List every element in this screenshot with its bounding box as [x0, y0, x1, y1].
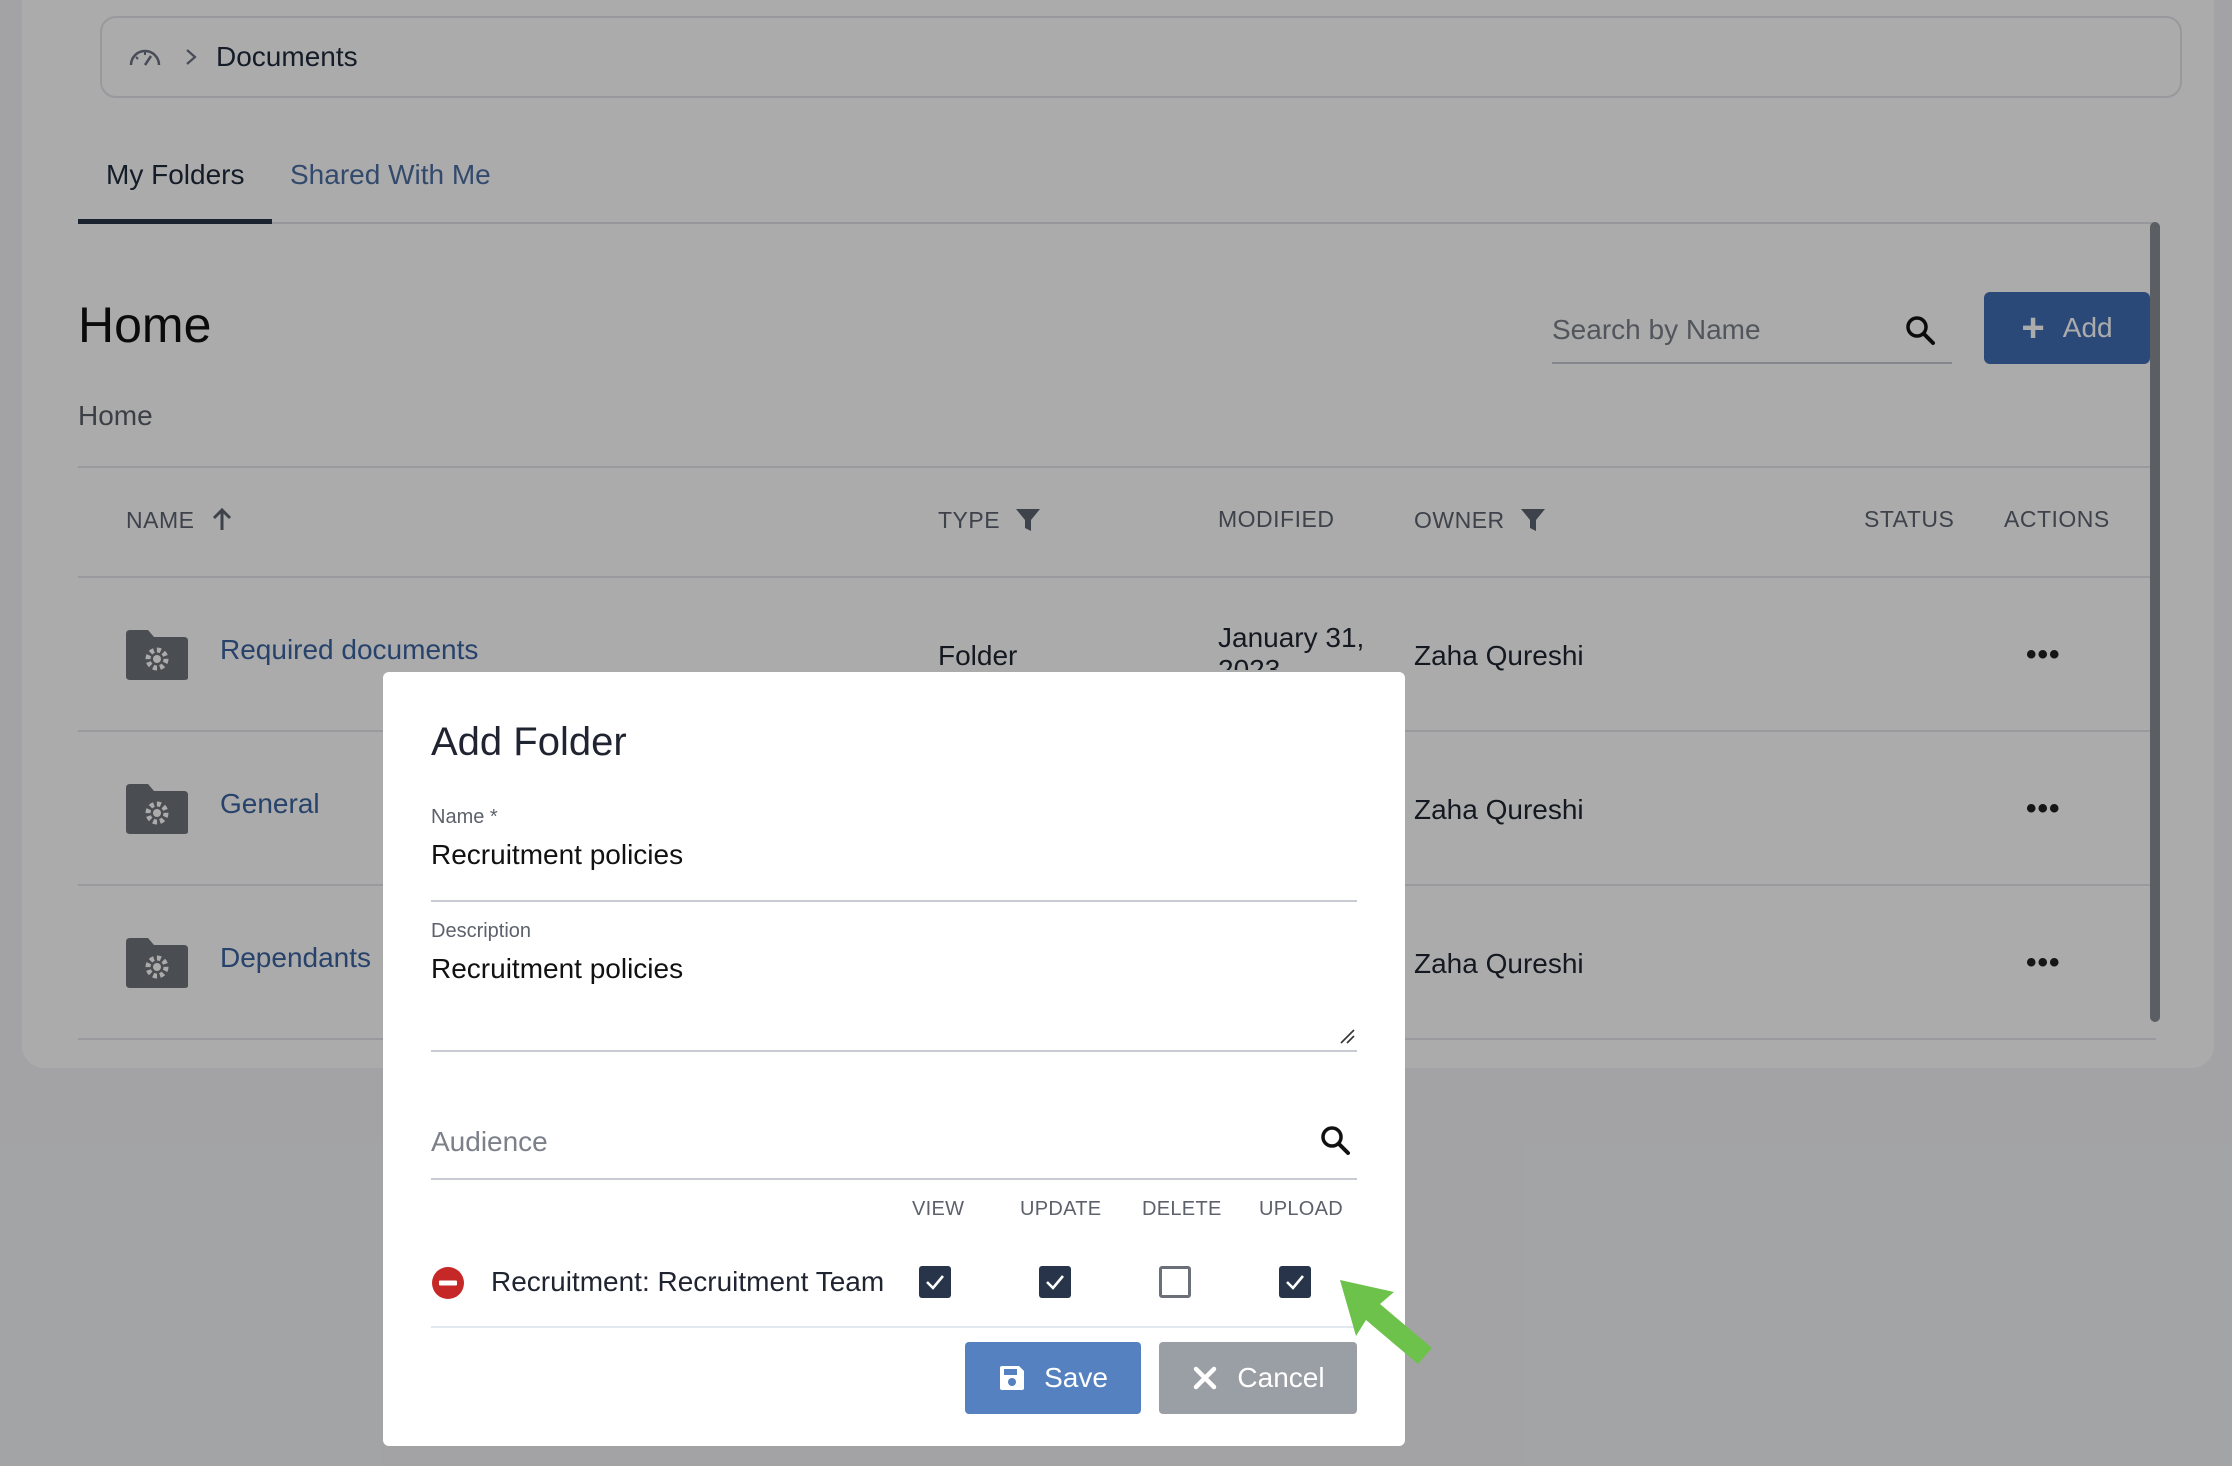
permission-header-upload: UPLOAD [1259, 1198, 1344, 1220]
name-field-label: Name * [431, 806, 498, 828]
remove-circle-icon[interactable] [431, 1266, 465, 1300]
permission-header-update: UPDATE [1020, 1198, 1102, 1220]
checkmark-icon [1046, 1275, 1064, 1290]
permission-header-view: VIEW [912, 1198, 965, 1220]
save-button-label: Save [1044, 1362, 1108, 1393]
resize-handle-icon[interactable] [1339, 1028, 1355, 1044]
update-checkbox[interactable] [1039, 1266, 1071, 1298]
checkmark-icon [926, 1275, 944, 1290]
description-textarea[interactable]: Recruitment policies [431, 953, 1357, 985]
close-icon [1194, 1366, 1217, 1390]
add-folder-dialog: Add Folder Name * Recruitment policies D… [383, 672, 1405, 1446]
permission-header-delete: DELETE [1142, 1198, 1222, 1220]
name-input[interactable]: Recruitment policies [431, 839, 1357, 871]
upload-checkbox[interactable] [1279, 1266, 1311, 1298]
audience-name: Recruitment: Recruitment Team [491, 1266, 885, 1297]
checkmark-icon [1286, 1275, 1304, 1290]
save-button[interactable]: Save [965, 1342, 1141, 1414]
name-field[interactable]: Name * Recruitment policies [431, 806, 1357, 902]
delete-checkbox[interactable] [1159, 1266, 1191, 1298]
audience-permission-row: Recruitment: Recruitment Team [431, 1232, 1357, 1328]
audience-input[interactable]: Audience [431, 1126, 548, 1158]
pointer-arrow-icon [1340, 1280, 1432, 1364]
floppy-disk-icon [1000, 1366, 1025, 1390]
audience-field[interactable]: Audience [431, 1088, 1357, 1180]
description-field[interactable]: Description Recruitment policies [431, 920, 1357, 1052]
description-field-label: Description [431, 920, 532, 942]
cancel-button-label: Cancel [1237, 1362, 1325, 1393]
dialog-title: Add Folder [431, 720, 627, 764]
view-checkbox[interactable] [919, 1266, 951, 1298]
cancel-button[interactable]: Cancel [1159, 1342, 1357, 1414]
search-icon[interactable] [1319, 1124, 1351, 1156]
